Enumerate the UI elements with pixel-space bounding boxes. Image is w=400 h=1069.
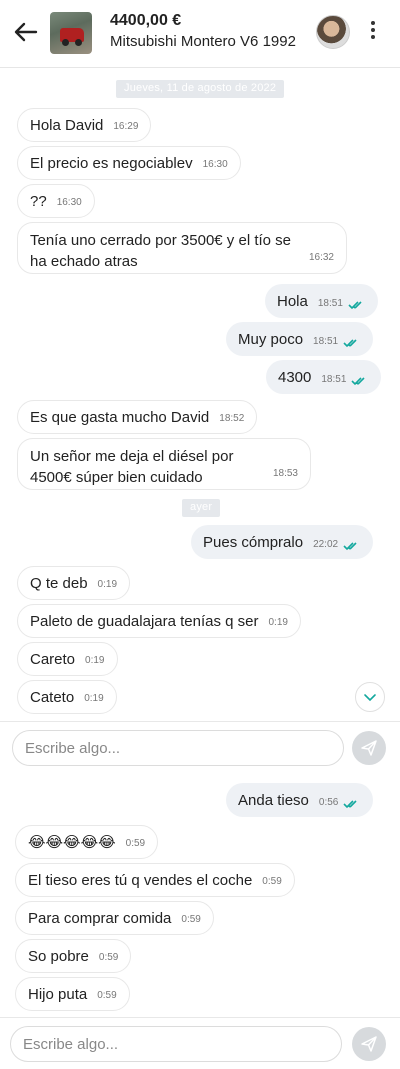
listing-price: 4400,00 € (110, 12, 182, 29)
message-time: 0:59 (98, 952, 119, 963)
message-text: Pues cómpralo (203, 533, 304, 551)
message-time: 0:59 (97, 990, 117, 1001)
message-text: ?? (30, 192, 47, 210)
message-incoming: Paleto de guadalajara tenías q ser 0:19 (17, 604, 301, 638)
message-incoming: Para comprar comida 0:59 (15, 901, 214, 935)
message-incoming: Q te deb 0:19 (17, 566, 131, 600)
message-incoming: Hola David 16:29 (17, 108, 152, 142)
double-check-icon (343, 339, 357, 348)
message-incoming: So pobre 0:59 (15, 939, 132, 973)
message-outgoing: Hola 18:51 (265, 284, 378, 318)
message-time: 18:51 (317, 298, 343, 309)
send-icon (361, 1036, 377, 1052)
send-button[interactable] (352, 1027, 386, 1061)
message-time: 0:59 (262, 876, 282, 887)
avatar[interactable] (316, 15, 350, 49)
chevron-down-icon (364, 694, 376, 702)
scroll-down-button[interactable] (355, 682, 385, 712)
message-text: 😂😂😂😂😂 (28, 834, 116, 851)
message-time: 16:32 (308, 252, 334, 263)
message-incoming: Tenía uno cerrado por 3500€ y el tío se … (17, 222, 347, 274)
message-outgoing: 4300 18:51 (266, 360, 382, 394)
message-incoming: Careto 0:19 (17, 642, 118, 676)
message-incoming: 😂😂😂😂😂 0:59 (15, 825, 159, 859)
message-text: Q te deb (30, 574, 88, 592)
message-incoming: Un señor me deja el diésel por 4500€ súp… (17, 438, 311, 490)
arrow-left-icon[interactable] (12, 18, 40, 46)
send-icon (361, 740, 377, 756)
message-outgoing: Anda tieso 0:56 (226, 783, 374, 817)
message-outgoing: Muy poco 18:51 (226, 322, 374, 356)
message-incoming: Es que gasta mucho David 18:52 (17, 400, 258, 434)
message-text: Es que gasta mucho David (30, 408, 210, 426)
date-separator: Jueves, 11 de agosto de 2022 (116, 80, 285, 98)
message-text: Cateto (30, 688, 75, 706)
message-time: 16:30 (56, 197, 82, 208)
message-outgoing: Pues cómpralo 22:02 (191, 525, 374, 559)
kebab-menu-icon[interactable] (365, 18, 381, 46)
message-composer (0, 1017, 400, 1069)
message-time: 18:51 (321, 374, 347, 385)
listing-title[interactable]: Mitsubishi Montero V6 1992 (110, 33, 296, 50)
message-incoming: Cateto 0:19 (17, 680, 117, 714)
chat-header: 4400,00 € Mitsubishi Montero V6 1992 (0, 0, 400, 68)
message-text: Muy poco (238, 330, 304, 348)
message-text: Hola (277, 292, 308, 310)
message-text: El tieso eres tú q vendes el coche (28, 871, 253, 889)
message-text: Anda tieso (238, 791, 309, 809)
message-time: 0:59 (125, 838, 146, 849)
message-text: Careto (30, 650, 76, 668)
message-time: 0:19 (84, 693, 104, 704)
message-text: Un señor me deja el diésel por 4500€ súp… (30, 448, 234, 486)
message-time: 0:19 (85, 655, 105, 666)
message-text: El precio es negociablev (30, 154, 193, 172)
message-input[interactable] (12, 730, 344, 766)
message-text: Tenía uno cerrado por 3500€ y el tío se … (30, 232, 292, 270)
message-text: 4300 (278, 368, 312, 386)
double-check-icon (351, 377, 365, 386)
message-incoming: El tieso eres tú q vendes el coche 0:59 (15, 863, 295, 897)
message-time: 0:56 (318, 797, 339, 808)
double-check-icon (343, 800, 357, 809)
message-time: 22:02 (313, 539, 339, 550)
message-time: 18:51 (313, 336, 339, 347)
message-time: 18:52 (219, 413, 245, 424)
message-incoming: ?? 16:30 (17, 184, 95, 218)
message-time: 16:29 (113, 121, 139, 132)
double-check-icon (348, 301, 362, 310)
double-check-icon (343, 542, 357, 551)
message-text: So pobre (28, 947, 89, 965)
message-incoming: El precio es negociablev 16:30 (17, 146, 241, 180)
message-text: Hijo puta (28, 985, 88, 1003)
message-time: 0:59 (181, 914, 201, 925)
message-composer (0, 721, 400, 773)
date-separator: ayer (182, 499, 221, 517)
message-time: 18:53 (272, 468, 298, 479)
send-button[interactable] (352, 731, 386, 765)
message-time: 0:19 (268, 617, 288, 628)
listing-thumbnail[interactable] (50, 12, 92, 54)
message-time: 16:30 (202, 159, 228, 170)
message-input[interactable] (10, 1026, 342, 1062)
message-text: Hola David (30, 116, 104, 134)
message-text: Paleto de guadalajara tenías q ser (30, 612, 259, 630)
message-incoming: Hijo puta 0:59 (15, 977, 130, 1011)
message-text: Para comprar comida (28, 909, 172, 927)
message-time: 0:19 (97, 579, 118, 590)
